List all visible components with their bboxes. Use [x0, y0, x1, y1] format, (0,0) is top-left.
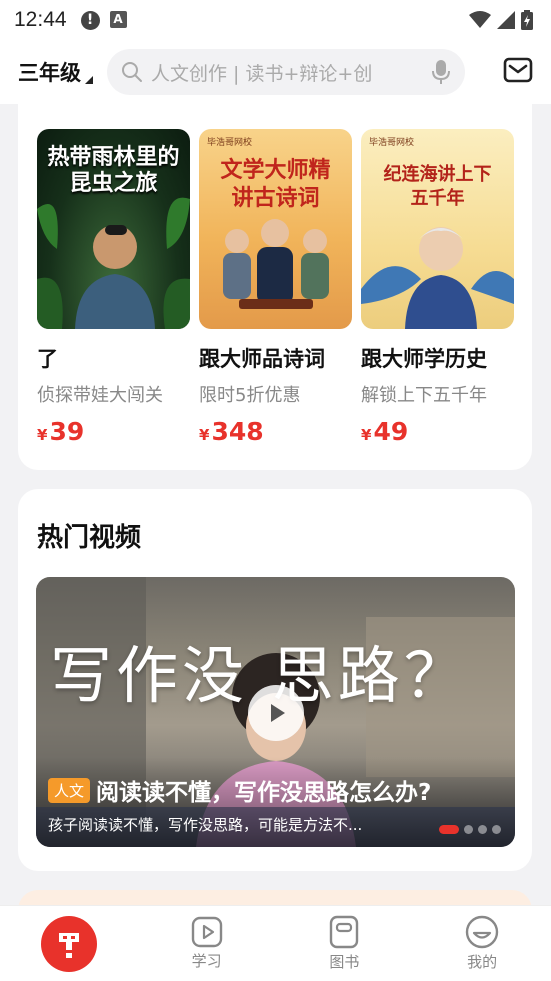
carousel-dot[interactable] [478, 825, 487, 834]
carousel-dot[interactable] [439, 825, 459, 834]
top-bar: 三年级 人文创作 | 读书+辩论+创 [0, 40, 551, 104]
search-bar[interactable]: 人文创作 | 读书+辩论+创 [107, 49, 465, 95]
tab-label: 学习 [191, 952, 222, 970]
status-system-icons [469, 10, 533, 30]
tab-home[interactable] [0, 906, 138, 981]
tab-study[interactable]: 学习 [138, 906, 276, 981]
video-title: 阅读读不懂，写作没思路怎么办? [96, 780, 432, 806]
play-button[interactable] [248, 685, 304, 741]
grade-selector[interactable]: 三年级 [18, 57, 93, 87]
price-currency: ¥ [199, 426, 210, 444]
price-value: 49 [373, 417, 409, 446]
wifi-icon [469, 11, 491, 28]
course-item[interactable]: 毕浩哥网校 纪连海讲上下五千年 跟大师学历史 解锁上下五千年 ¥ 49 [361, 129, 514, 446]
mail-button[interactable] [503, 57, 533, 87]
search-placeholder: 人文创作 | 读书+辩论+创 [151, 62, 373, 85]
search-icon [122, 62, 142, 82]
course-price: ¥ 348 [199, 417, 352, 446]
smile-face-icon [465, 915, 499, 949]
carousel-indicator [439, 825, 501, 834]
video-banner[interactable]: 写作没 思路？ 人文 阅读读不懂，写作没思路怎么办? 孩子阅读读不懂，写作没思路… [36, 577, 515, 847]
course-subtitle: 解锁上下五千年 [361, 385, 487, 406]
microphone-icon[interactable] [431, 59, 451, 85]
price-currency: ¥ [37, 426, 48, 444]
course-cover-title: 文学大师精讲古诗词 [220, 158, 331, 211]
course-title: 跟大师品诗词 [199, 347, 325, 371]
course-cover-title: 纪连海讲上下五千年 [383, 164, 492, 209]
course-cover[interactable]: 毕浩哥网校 文学大师精讲古诗词 [199, 129, 352, 329]
course-title: 了 [37, 347, 58, 371]
video-category-tag: 人文 [48, 777, 91, 803]
video-caption: 人文 阅读读不懂，写作没思路怎么办? [48, 773, 431, 807]
tab-label: 我的 [467, 953, 498, 971]
tab-me[interactable]: 我的 [413, 906, 551, 981]
course-cover[interactable]: 毕浩哥网校 纪连海讲上下五千年 [361, 129, 514, 329]
carousel-dot[interactable] [464, 825, 473, 834]
section-title: 热门视频 [37, 523, 142, 553]
historian-illustration [361, 227, 514, 329]
price-value: 348 [211, 417, 264, 446]
status-time: 12:44 [14, 8, 67, 31]
course-title: 跟大师学历史 [361, 347, 487, 371]
book-icon [330, 915, 359, 949]
bottom-tab-bar: 学习 图书 我的 [0, 905, 551, 981]
status-bar: 12:44 ! A [0, 0, 551, 40]
play-square-icon [191, 916, 222, 948]
course-subtitle: 限时5折优惠 [199, 385, 301, 406]
battery-icon [521, 10, 533, 30]
caret-down-icon [85, 76, 93, 84]
course-cover[interactable]: 热带雨林里的昆虫之旅 [37, 129, 190, 329]
video-description: 孩子阅读读不懂，写作没思路，可能是方法不... [48, 816, 363, 834]
text-a-icon: A [109, 10, 127, 28]
course-price: ¥ 49 [361, 417, 514, 446]
course-cover-title: 热带雨林里的昆虫之旅 [47, 145, 180, 196]
mail-icon [503, 57, 533, 83]
course-recommendation-card: 热带雨林里的昆虫之旅 了 侦探带娃大闯关 ¥ 39 毕浩哥网校 文学大师精讲古诗… [18, 92, 532, 470]
tab-books[interactable]: 图书 [276, 906, 414, 981]
status-notification-icons: ! A [80, 10, 127, 30]
course-subtitle: 侦探带娃大闯关 [37, 385, 163, 406]
course-price: ¥ 39 [37, 417, 190, 446]
play-icon [271, 704, 285, 722]
signal-icon [497, 11, 515, 29]
hot-videos-card: 热门视频 写作没 思路？ 人文 阅读读不懂，写作没思路怎么办? 孩子阅读读不懂，… [18, 489, 532, 871]
grade-label: 三年级 [18, 61, 81, 85]
price-value: 39 [49, 417, 85, 446]
price-currency: ¥ [361, 426, 372, 444]
alert-icon: ! [80, 10, 100, 30]
home-logo-icon [40, 915, 97, 972]
course-item[interactable]: 热带雨林里的昆虫之旅 了 侦探带娃大闯关 ¥ 39 [37, 129, 190, 446]
tab-label: 图书 [329, 953, 360, 971]
carousel-dot[interactable] [492, 825, 501, 834]
course-item[interactable]: 毕浩哥网校 文学大师精讲古诗词 跟大师品诗词 限时5折优惠 ¥ 348 [199, 129, 352, 446]
